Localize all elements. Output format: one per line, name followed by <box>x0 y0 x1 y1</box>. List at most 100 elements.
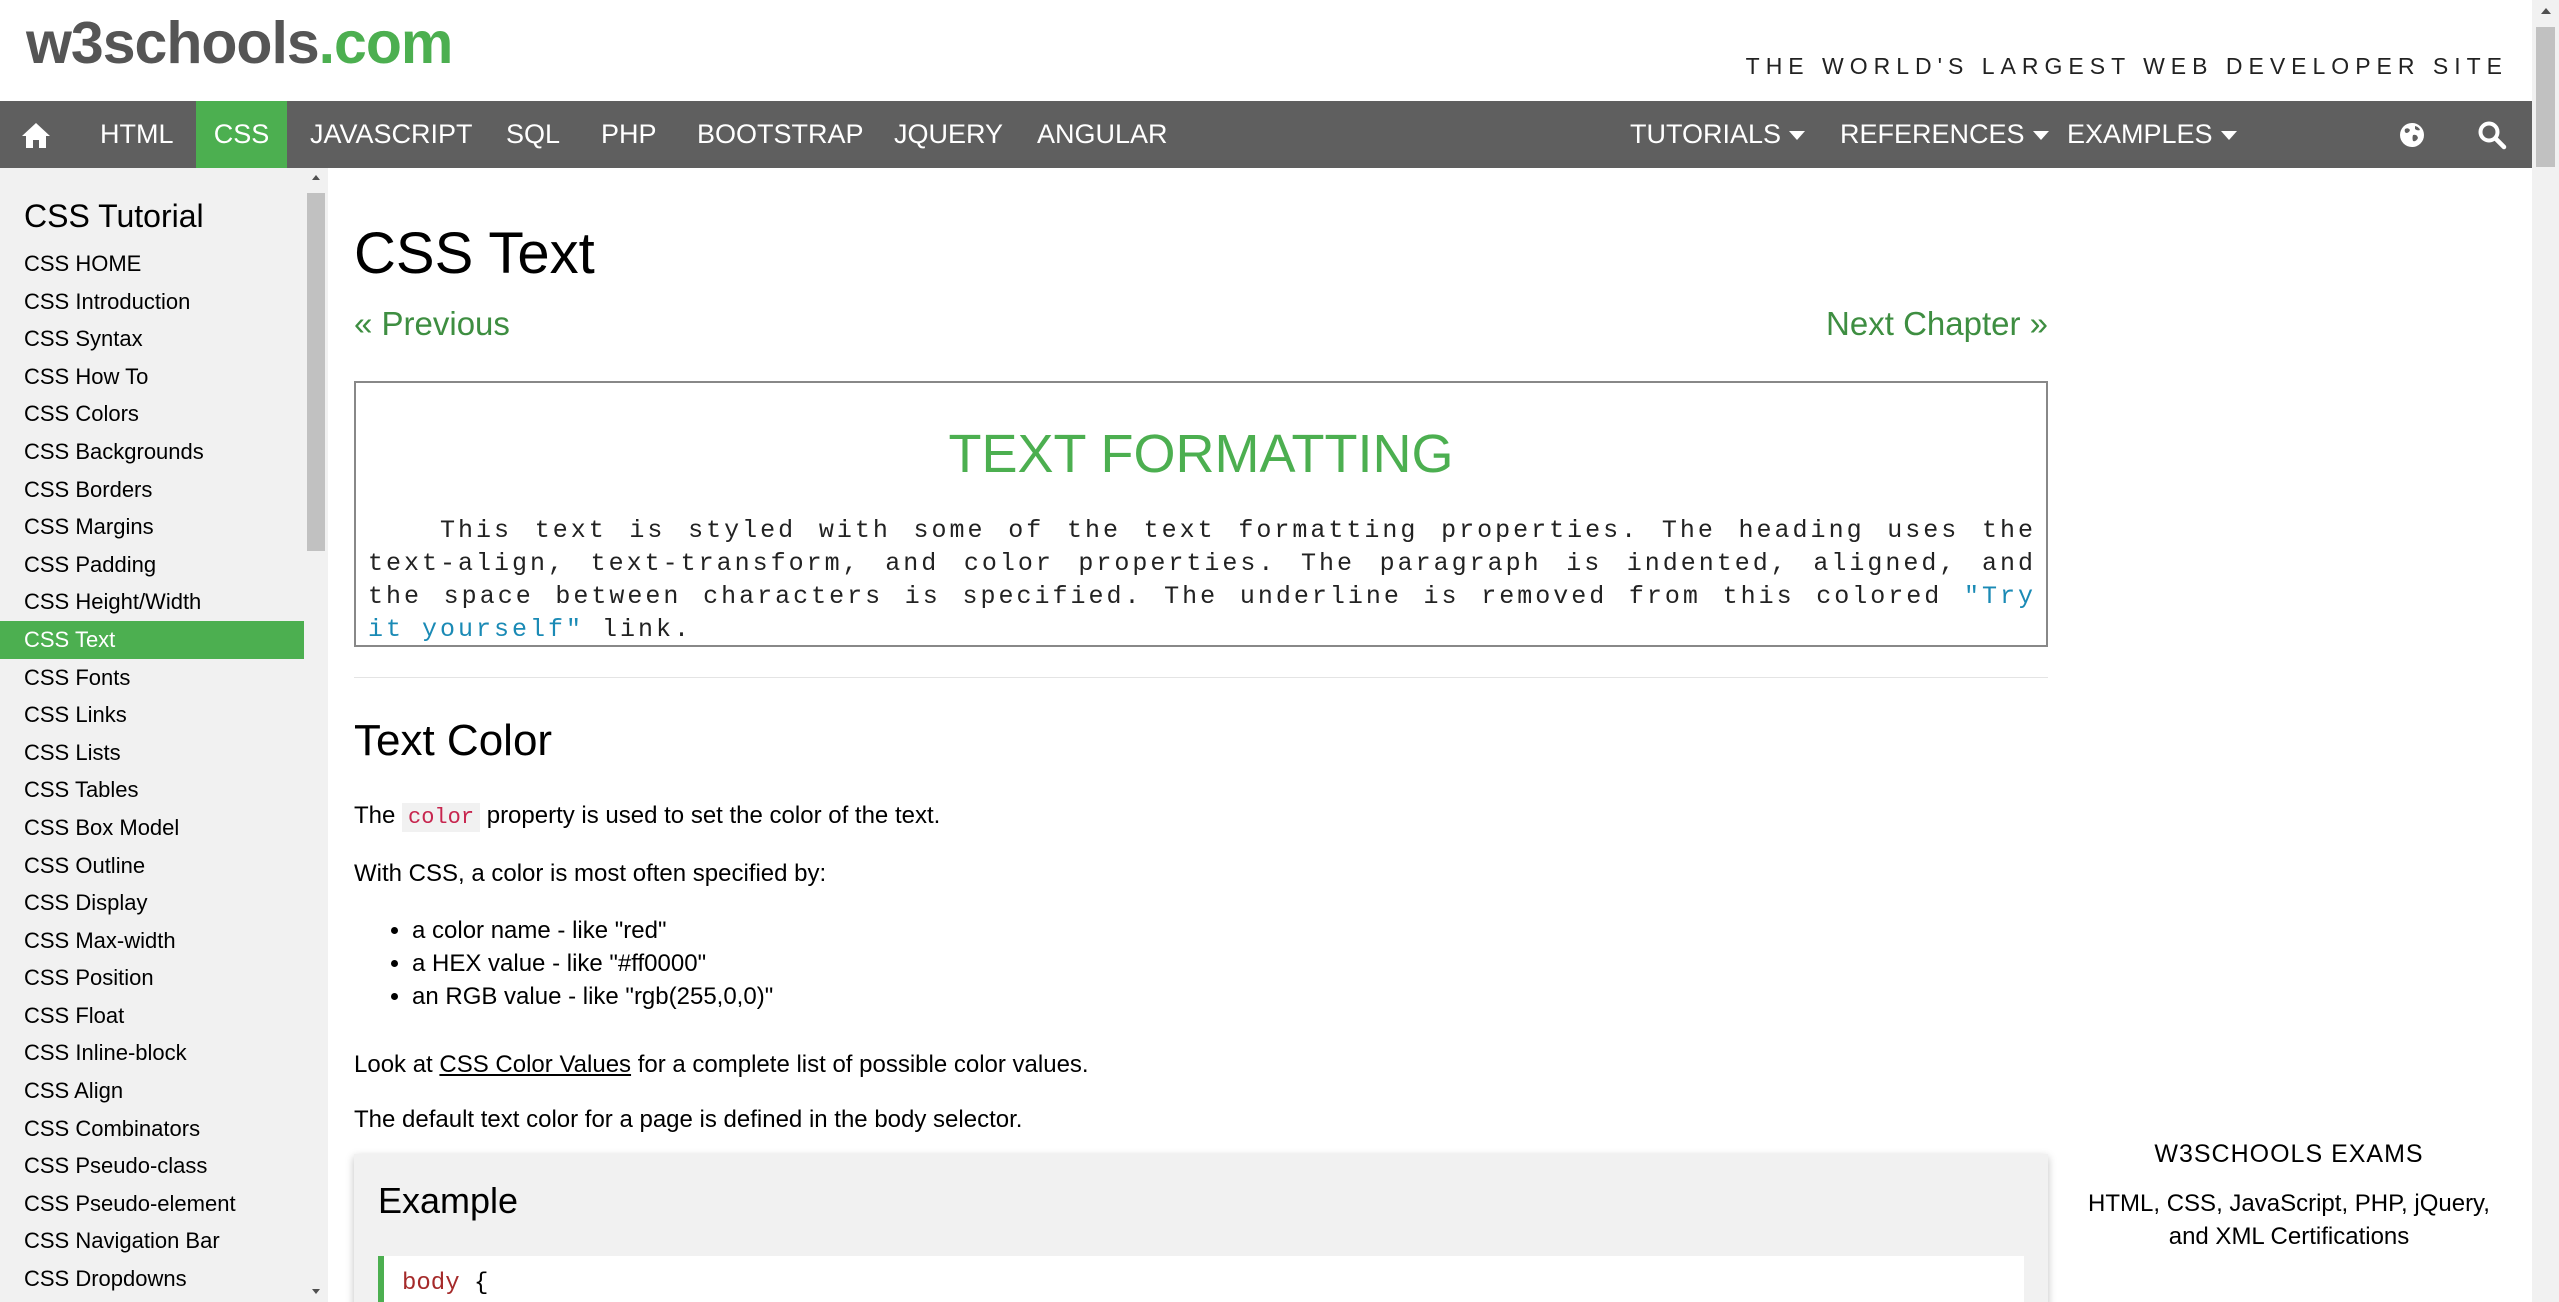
sidebar-item-css-combinators[interactable]: CSS Combinators <box>0 1110 304 1148</box>
sidebar-item-css-lists[interactable]: CSS Lists <box>0 734 304 772</box>
sidebar-item-css-backgrounds[interactable]: CSS Backgrounds <box>0 433 304 471</box>
home-button[interactable] <box>0 101 72 168</box>
scroll-down-arrow-icon[interactable] <box>312 1289 320 1294</box>
sidebar-item-css-fonts[interactable]: CSS Fonts <box>0 659 304 697</box>
sidebar: CSS Tutorial CSS HOME CSS Introduction C… <box>0 168 304 1302</box>
search-button[interactable] <box>2456 101 2528 168</box>
sidebar-scrollbar-thumb[interactable] <box>307 193 325 551</box>
color-values-paragraph: Look at CSS Color Values for a complete … <box>354 1051 1089 1079</box>
exams-title: W3SCHOOLS EXAMS <box>2154 1140 2424 1168</box>
globe-icon <box>2400 122 2424 147</box>
sidebar-item-css-borders[interactable]: CSS Borders <box>0 471 304 509</box>
nav-item-jquery[interactable]: JQUERY <box>872 101 1025 168</box>
demo-text-before: This text is styled with some of the tex… <box>368 516 2036 611</box>
next-chapter-link[interactable]: Next Chapter » <box>1826 305 2048 343</box>
site-logo[interactable]: w3schools.com <box>26 14 453 73</box>
top-header: w3schools.com THE WORLD'S LARGEST WEB DE… <box>0 0 2532 101</box>
logo-suffix: .com <box>318 10 454 76</box>
sidebar-item-css-inline-block[interactable]: CSS Inline-block <box>0 1034 304 1072</box>
exams-desc-line: HTML, CSS, JavaScript, PHP, jQuery, <box>2088 1190 2490 1217</box>
site-tagline: THE WORLD'S LARGEST WEB DEVELOPER SITE <box>1745 53 2508 79</box>
para-text: Look at <box>354 1051 440 1078</box>
sidebar-item-css-padding[interactable]: CSS Padding <box>0 546 304 584</box>
sidebar-item-css-tables[interactable]: CSS Tables <box>0 771 304 809</box>
sidebar-item-css-home[interactable]: CSS HOME <box>0 245 304 283</box>
nav-item-html[interactable]: HTML <box>78 101 196 168</box>
sidebar-item-css-text[interactable]: CSS Text <box>0 620 304 659</box>
sidebar-title: CSS Tutorial <box>24 198 204 234</box>
caret-down-icon <box>1789 131 1806 141</box>
color-property-paragraph: The color property is used to set the co… <box>354 802 940 832</box>
demo-paragraph: This text is styled with some of the tex… <box>368 514 2036 646</box>
sidebar-item-css-align[interactable]: CSS Align <box>0 1072 304 1110</box>
scroll-up-arrow-icon[interactable] <box>2541 8 2551 14</box>
nav-item-bootstrap[interactable]: BOOTSTRAP <box>675 101 886 168</box>
section-title-text-color: Text Color <box>354 716 553 765</box>
sidebar-item-css-colors[interactable]: CSS Colors <box>0 395 304 433</box>
color-format-list: a color name - like "red" a HEX value - … <box>412 914 773 1013</box>
section-divider <box>354 677 2048 678</box>
nav-item-javascript[interactable]: JAVASCRIPT <box>288 101 495 168</box>
exams-description: HTML, CSS, JavaScript, PHP, jQuery, and … <box>2064 1187 2514 1253</box>
list-item: a HEX value - like "#ff0000" <box>412 947 773 980</box>
sidebar-item-css-display[interactable]: CSS Display <box>0 884 304 922</box>
sidebar-item-css-how-to[interactable]: CSS How To <box>0 358 304 396</box>
sidebar-item-css-height-width[interactable]: CSS Height/Width <box>0 583 304 621</box>
nav-dropdown-label: EXAMPLES <box>2067 119 2213 149</box>
sidebar-item-css-pseudo-element[interactable]: CSS Pseudo-element <box>0 1185 304 1223</box>
main-nav-bar: HTML CSS JAVASCRIPT SQL PHP BOOTSTRAP JQ… <box>0 101 2532 168</box>
nav-dropdown-references[interactable]: REFERENCES <box>1818 101 2071 168</box>
text-formatting-demo: Text Formatting This text is styled with… <box>354 381 2048 647</box>
sidebar-item-css-links[interactable]: CSS Links <box>0 696 304 734</box>
page-scrollbar-thumb[interactable] <box>2536 27 2555 167</box>
sidebar-item-css-margins[interactable]: CSS Margins <box>0 508 304 546</box>
example-title: Example <box>378 1180 519 1221</box>
default-color-paragraph: The default text color for a page is def… <box>354 1106 1023 1133</box>
previous-chapter-link[interactable]: « Previous <box>354 305 510 343</box>
sidebar-item-css-syntax[interactable]: CSS Syntax <box>0 320 304 358</box>
sidebar-item-css-float[interactable]: CSS Float <box>0 997 304 1035</box>
demo-heading: Text Formatting <box>948 424 1454 484</box>
exams-desc-line: and XML Certifications <box>2168 1223 2410 1250</box>
demo-text-after: link. <box>584 615 693 644</box>
list-item: an RGB value - like "rgb(255,0,0)" <box>412 980 773 1013</box>
search-icon <box>2478 121 2507 149</box>
sidebar-item-css-dropdowns[interactable]: CSS Dropdowns <box>0 1260 304 1298</box>
home-icon <box>22 122 50 148</box>
sidebar-item-css-introduction[interactable]: CSS Introduction <box>0 283 304 321</box>
logo-main: w3schools <box>26 10 320 76</box>
sidebar-list: CSS HOME CSS Introduction CSS Syntax CSS… <box>0 245 304 1298</box>
color-specified-paragraph: With CSS, a color is most often specifie… <box>354 860 827 887</box>
sidebar-item-css-navigation-bar[interactable]: CSS Navigation Bar <box>0 1222 304 1260</box>
sidebar-item-css-outline[interactable]: CSS Outline <box>0 847 304 885</box>
page-scrollbar[interactable] <box>2532 0 2559 1302</box>
translate-button[interactable] <box>2376 101 2448 168</box>
list-item: a color name - like "red" <box>412 914 773 947</box>
sidebar-scrollbar[interactable] <box>304 168 328 1302</box>
nav-item-css[interactable]: CSS <box>196 101 287 168</box>
exams-promo[interactable]: W3SCHOOLS EXAMS HTML, CSS, JavaScript, P… <box>2064 1140 2514 1253</box>
css-color-values-link[interactable]: CSS Color Values <box>439 1051 631 1078</box>
page-title: CSS Text <box>354 221 595 286</box>
nav-dropdown-examples[interactable]: EXAMPLES <box>2045 101 2259 168</box>
main-content: CSS Text « Previous Next Chapter » Text … <box>354 168 2048 1302</box>
nav-item-php[interactable]: PHP <box>579 101 679 168</box>
inline-code-color: color <box>402 803 481 832</box>
caret-down-icon <box>2220 131 2237 141</box>
code-block: body { <box>378 1256 2024 1302</box>
code-selector: body <box>402 1270 460 1297</box>
para-text: for a complete list of possible color va… <box>631 1051 1089 1078</box>
nav-item-sql[interactable]: SQL <box>484 101 582 168</box>
para-text: The <box>354 802 403 829</box>
sidebar-item-css-position[interactable]: CSS Position <box>0 959 304 997</box>
nav-item-angular[interactable]: ANGULAR <box>1015 101 1190 168</box>
nav-dropdown-label: TUTORIALS <box>1630 119 1782 149</box>
sidebar-item-css-box-model[interactable]: CSS Box Model <box>0 809 304 847</box>
code-brace: { <box>459 1270 489 1297</box>
nav-dropdown-tutorials[interactable]: TUTORIALS <box>1608 101 1827 168</box>
scroll-up-arrow-icon[interactable] <box>312 175 320 180</box>
sidebar-item-css-max-width[interactable]: CSS Max-width <box>0 922 304 960</box>
example-box: Example body { <box>354 1154 2048 1302</box>
sidebar-item-css-pseudo-class[interactable]: CSS Pseudo-class <box>0 1147 304 1185</box>
nav-dropdown-label: REFERENCES <box>1840 119 2025 149</box>
